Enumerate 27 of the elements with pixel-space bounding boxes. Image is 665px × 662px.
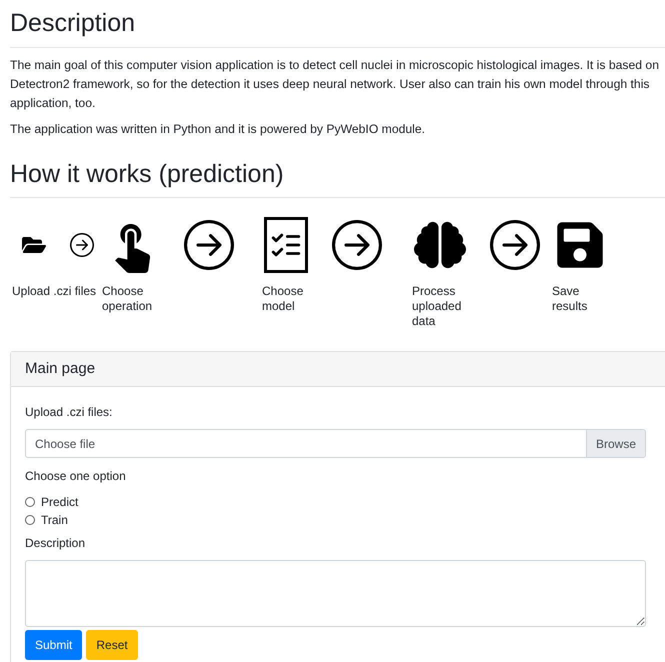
step-label: Choose operation — [102, 284, 154, 314]
section-heading: Description — [10, 0, 665, 48]
reset-button[interactable]: Reset — [86, 630, 138, 660]
submit-button[interactable]: Submit — [25, 630, 82, 660]
arrow-right-icon — [490, 220, 540, 270]
field-label: Choose one option — [25, 468, 127, 485]
paragraph: The application was written in Python and it is powered by PyWebIO module. — [10, 120, 426, 138]
step-label: Choose model — [262, 284, 304, 314]
browse-button[interactable]: Browse — [586, 430, 645, 457]
step-label: Process uploaded data — [412, 284, 462, 329]
step-label: Save results — [552, 284, 588, 314]
radio-button[interactable] — [25, 497, 35, 507]
card-title: Main page — [25, 360, 96, 377]
arrow-right-icon — [184, 220, 234, 270]
step-label: Upload .czi files — [12, 284, 98, 299]
radio-label: Predict — [41, 494, 78, 511]
checklist-icon — [264, 217, 308, 273]
section-heading: How it works (prediction) — [10, 146, 665, 198]
description-field[interactable] — [25, 560, 646, 627]
radio-label: Train — [41, 512, 68, 529]
field-label: Upload .czi files: — [25, 404, 114, 421]
field-label: Description — [25, 535, 86, 552]
file-input[interactable]: Choose file Browse — [25, 429, 646, 458]
arrow-right-icon — [332, 220, 382, 270]
brain-icon — [414, 220, 466, 270]
radio-button[interactable] — [25, 515, 35, 525]
paragraph: The main goal of this computer vision application is to detect cell nuclei in microscopic histological images. It is based on Detectron2 framework, so for the detection it uses deep neural network. User also can train his own model through this application, too. — [10, 56, 660, 112]
